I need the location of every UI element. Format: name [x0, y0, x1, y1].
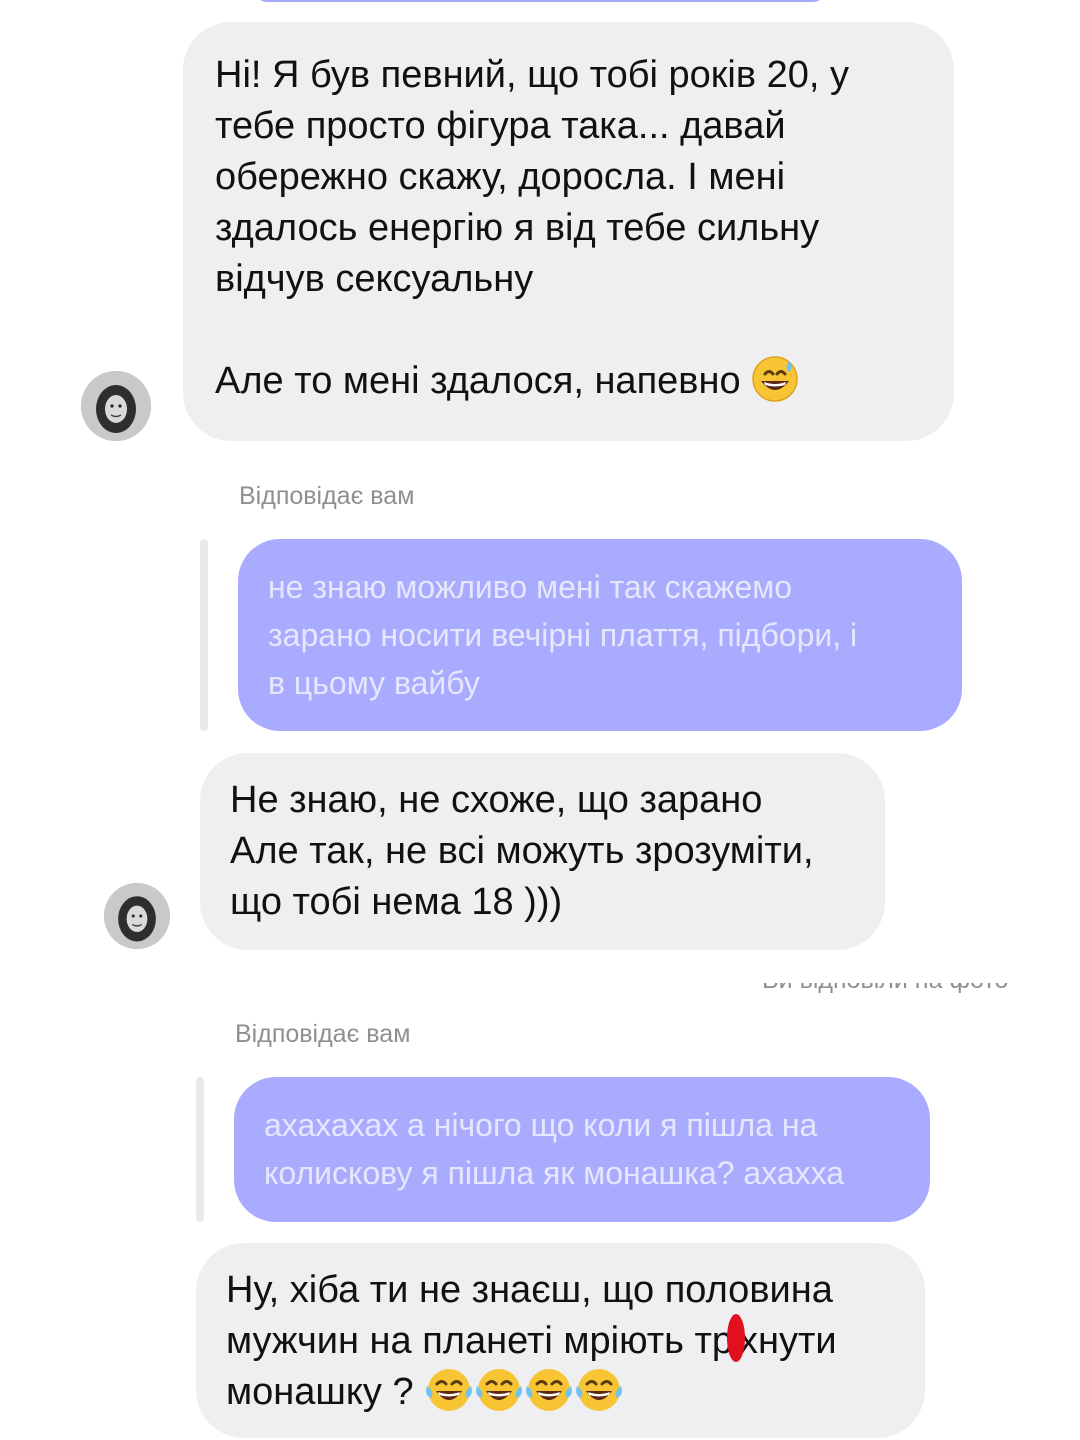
message-text: мужчин на планеті мріють тр	[226, 1320, 734, 1362]
reply-label: Відповідає вам	[235, 1020, 411, 1048]
message-text: монашку ?	[226, 1371, 414, 1413]
grinning-sweat-emoji-icon	[751, 355, 799, 403]
message-line: Але так, не всі можуть зрозуміти,	[230, 830, 814, 872]
message-line: Ні! Я був певний, що тобі років 20, у	[215, 54, 849, 96]
tears-of-joy-emoji-icon	[574, 1366, 624, 1414]
quoted-line: колискову я пішла як монашка? ахахха	[264, 1155, 845, 1191]
message-line: Але то мені здалося, напевно	[215, 360, 741, 402]
message-line: Ну, хіба ти не знаєш, що половина	[226, 1269, 833, 1311]
tears-of-joy-emoji-icon	[474, 1366, 524, 1414]
quoted-line: зарано носити вечірні плаття, підбори, і	[268, 617, 858, 653]
message-line-censored: мужчин на планеті мріють тр хнути	[226, 1313, 895, 1367]
quoted-line: не знаю можливо мені так скажемо	[268, 569, 793, 605]
reply-indicator-bar	[196, 1077, 204, 1222]
message-line-with-emoji: монашку ?	[226, 1367, 895, 1418]
reply-indicator-bar	[200, 539, 208, 731]
reply-label: Відповідає вам	[239, 482, 415, 510]
message-line: Не знаю, не схоже, що зарано	[230, 779, 763, 821]
message-line: тебе просто фігура така... давай	[215, 105, 786, 147]
message-line: відчув сексуальну	[215, 258, 534, 300]
message-line-with-emoji: Але то мені здалося, напевно	[215, 356, 924, 407]
tears-of-joy-emoji-icon	[524, 1366, 574, 1414]
previous-message-fragment	[255, 0, 825, 2]
tears-of-joy-emoji-icon	[424, 1366, 474, 1414]
message-line: обережно скажу, доросла. І мені	[215, 156, 786, 198]
incoming-message-bubble[interactable]: Ні! Я був певний, що тобі років 20, у те…	[183, 22, 954, 441]
message-line: здалось енергію я від тебе сильну	[215, 207, 820, 249]
incoming-message-bubble[interactable]: Не знаю, не схоже, що зарано Але так, не…	[200, 753, 885, 950]
quoted-line: в цьому вайбу	[268, 665, 480, 701]
censor-mark	[727, 1313, 746, 1362]
avatar[interactable]	[81, 371, 151, 441]
message-text: хнути	[739, 1320, 837, 1362]
clipped-status-label: Ви відповіли на фото	[762, 983, 1008, 995]
quoted-line: ахахахах а нічого що коли я пішла на	[264, 1107, 818, 1143]
quoted-message-bubble[interactable]: не знаю можливо мені так скажемо зарано …	[238, 539, 962, 731]
quoted-message-bubble[interactable]: ахахахах а нічого що коли я пішла на кол…	[234, 1077, 930, 1222]
incoming-message-bubble[interactable]: Ну, хіба ти не знаєш, що половина мужчин…	[196, 1243, 925, 1438]
clipped-status-text: Ви відповіли на фото	[762, 983, 1014, 997]
message-line: що тобі нема 18 )))	[230, 881, 563, 923]
avatar[interactable]	[104, 883, 170, 949]
